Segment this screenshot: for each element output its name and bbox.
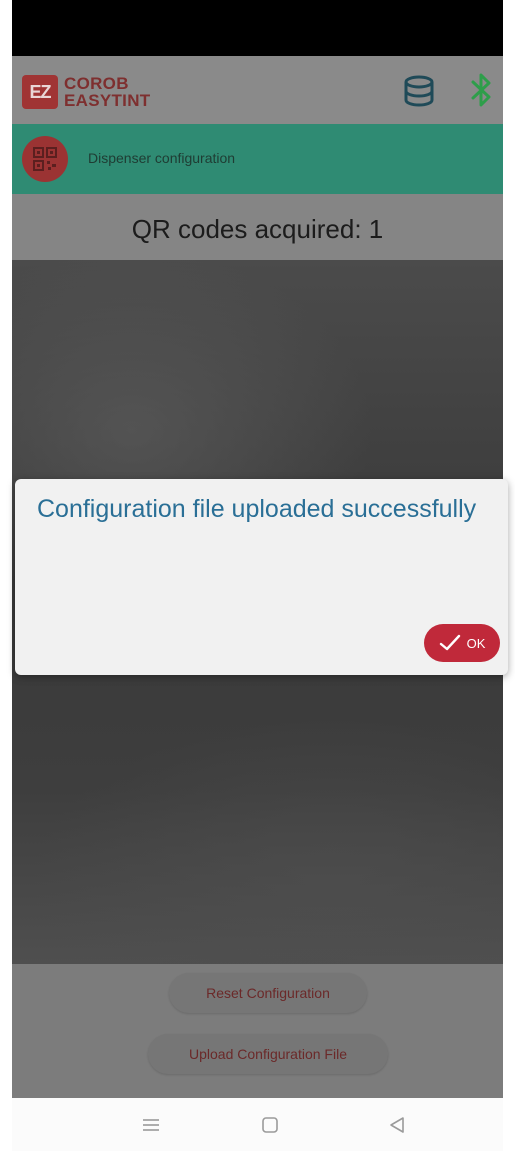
bottom-actions: Reset Configuration Upload Configuration… xyxy=(12,964,503,1098)
ok-button-label: OK xyxy=(466,635,486,651)
home-icon[interactable] xyxy=(258,1114,282,1136)
reset-configuration-button[interactable]: Reset Configuration xyxy=(169,973,367,1013)
upload-configuration-file-button[interactable]: Upload Configuration File xyxy=(148,1034,388,1074)
app-header: EZ COROB EASYTINT xyxy=(12,56,503,124)
back-icon[interactable] xyxy=(385,1114,409,1136)
success-dialog: Configuration file uploaded successfully… xyxy=(15,479,508,675)
qr-count-bar: QR codes acquired: 1 xyxy=(12,194,503,260)
qr-code-icon xyxy=(22,136,68,182)
logo-line-1: COROB xyxy=(64,74,129,93)
app-logo: EZ COROB EASYTINT xyxy=(22,75,150,109)
checkmark-icon xyxy=(439,634,460,651)
database-icon[interactable] xyxy=(402,74,436,113)
bluetooth-icon[interactable] xyxy=(470,72,492,113)
screen-title-bar: Dispenser configuration xyxy=(12,124,503,194)
dialog-message: Configuration file uploaded successfully xyxy=(37,495,477,523)
menu-icon[interactable] xyxy=(139,1114,163,1136)
ok-button[interactable]: OK xyxy=(424,624,500,662)
system-nav-bar xyxy=(12,1098,503,1151)
screen-title: Dispenser configuration xyxy=(88,150,236,166)
logo-mark: EZ xyxy=(22,75,58,109)
logo-text: COROB EASYTINT xyxy=(64,75,150,109)
logo-line-2: EASYTINT xyxy=(64,91,151,110)
qr-count-label: QR codes acquired: 1 xyxy=(131,214,384,244)
status-bar xyxy=(12,0,503,56)
